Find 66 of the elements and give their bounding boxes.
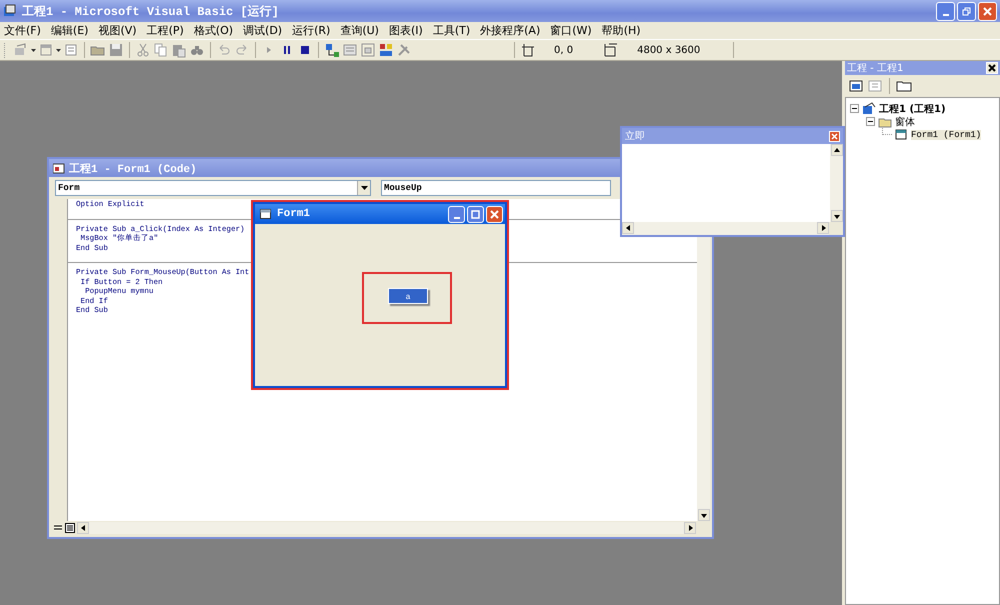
menu-item[interactable]: 文件(F): [4, 23, 41, 38]
close-icon: [988, 64, 996, 72]
menu-item[interactable]: 工具(T): [432, 23, 470, 38]
menu-item[interactable]: 外接程序(A): [480, 23, 540, 38]
minimize-icon: [942, 14, 948, 16]
collapse-toggle[interactable]: [866, 117, 875, 126]
view-code-icon[interactable]: [848, 78, 864, 94]
object-dropdown[interactable]: Form: [55, 180, 371, 196]
menu-item[interactable]: 格式(O): [194, 23, 234, 38]
window-title: Form1: [277, 208, 312, 220]
folder-icon: [878, 116, 892, 128]
menu-item[interactable]: 调试(D): [243, 23, 282, 38]
window-title: 工程1 - Form1 (Code): [69, 162, 197, 176]
menu-item[interactable]: 视图(V): [98, 23, 137, 38]
close-icon: [831, 132, 838, 140]
window-title: 工程1 - Microsoft Visual Basic [运行]: [22, 4, 280, 20]
size-readout: 4800 x 3600: [637, 44, 700, 56]
tools-icon[interactable]: [396, 42, 412, 58]
object-browser-icon[interactable]: [378, 42, 394, 58]
maximize-icon: [471, 210, 480, 218]
close-icon: [490, 210, 499, 218]
minimize-button[interactable]: [936, 2, 955, 20]
tree-item[interactable]: Form1 (Form1): [911, 130, 982, 140]
project-icon: [862, 102, 876, 115]
maximize-button[interactable]: [467, 206, 484, 222]
app-icon: [3, 4, 17, 18]
menu-item[interactable]: 查询(U): [340, 23, 379, 38]
caret-icon[interactable]: [31, 48, 36, 52]
position-icon: [520, 42, 536, 58]
window-title: 立即: [625, 130, 645, 143]
vertical-scrollbar[interactable]: [830, 144, 843, 222]
save-icon[interactable]: [108, 42, 124, 58]
size-icon: [603, 42, 620, 58]
minimize-button[interactable]: [448, 206, 465, 222]
horizontal-scrollbar[interactable]: [622, 222, 829, 235]
menu-item[interactable]: 运行(R): [292, 23, 330, 38]
form-icon: [260, 208, 272, 220]
collapse-toggle[interactable]: [850, 104, 859, 113]
form-icon: [895, 128, 908, 140]
full-module-view-icon[interactable]: [65, 523, 75, 533]
close-button[interactable]: [986, 62, 998, 74]
restore-button[interactable]: [957, 2, 976, 20]
paste-icon[interactable]: [171, 42, 187, 58]
caret-icon: [360, 186, 368, 190]
close-icon: [983, 6, 992, 16]
copy-icon[interactable]: [153, 42, 169, 58]
tree-item[interactable]: 工程1 (工程1): [879, 102, 946, 116]
caret-icon[interactable]: [56, 48, 61, 52]
horizontal-scrollbar[interactable]: [77, 522, 696, 534]
menu-item[interactable]: 图表(I): [388, 23, 423, 38]
pane-title: 工程 - 工程1: [847, 62, 904, 75]
procedure-dropdown[interactable]: MouseUp: [381, 180, 611, 196]
form-layout-icon[interactable]: [360, 42, 376, 58]
restore-icon: [962, 6, 971, 16]
cut-icon[interactable]: [135, 42, 151, 58]
command-button[interactable]: a: [388, 288, 428, 304]
vertical-scrollbar[interactable]: [697, 235, 710, 521]
menu-item[interactable]: 工程(P): [146, 23, 184, 38]
code-icon: [53, 162, 65, 174]
menu-item[interactable]: 帮助(H): [602, 23, 641, 38]
project-explorer-icon[interactable]: [324, 42, 340, 58]
minimize-icon: [454, 216, 460, 218]
position-readout: 0, 0: [554, 44, 574, 56]
menu-item[interactable]: 窗口(W): [550, 23, 592, 38]
menu-item[interactable]: 编辑(E): [50, 23, 88, 38]
tree-item[interactable]: 窗体: [895, 114, 915, 128]
